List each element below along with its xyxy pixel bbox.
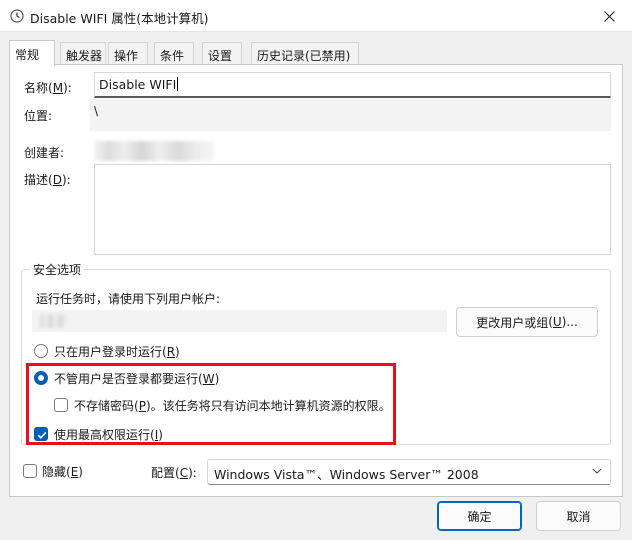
close-icon	[603, 10, 615, 22]
tab-general[interactable]: 常规	[9, 40, 55, 66]
user-account-field	[32, 310, 447, 332]
location-value: \	[94, 104, 99, 118]
location-label: 位置:	[24, 109, 53, 123]
general-panel: 名称(M): Disable WIFI 位置: \ 创建者: 描述(D): 安全…	[9, 64, 623, 497]
name-label: 名称(M):	[24, 81, 72, 95]
tab-settings[interactable]: 设置	[202, 42, 242, 65]
description-label: 描述(D):	[24, 173, 71, 187]
cancel-button[interactable]: 取消	[536, 501, 621, 531]
hidden-checkbox[interactable]	[23, 464, 37, 478]
description-field[interactable]	[94, 164, 611, 255]
run-as-text: 运行任务时，请使用下列用户帐户:	[36, 292, 221, 306]
tab-actions[interactable]: 操作	[108, 42, 148, 65]
chevron-down-icon	[592, 468, 602, 474]
title-bar: Disable WIFI 属性(本地计算机)	[0, 0, 632, 32]
window-title: Disable WIFI 属性(本地计算机)	[30, 11, 209, 26]
clock-icon	[10, 9, 24, 23]
tab-triggers[interactable]: 触发器	[60, 42, 106, 65]
hidden-label: 隐藏(E)	[42, 465, 83, 479]
highlight-annotation-box	[26, 363, 396, 445]
configure-select[interactable]: Windows Vista™、Windows Server™ 2008	[207, 459, 611, 485]
radio-logged-on-label: 只在用户登录时运行(R)	[54, 345, 180, 359]
radio-logged-on[interactable]	[34, 344, 48, 358]
name-field[interactable]: Disable WIFI	[94, 72, 611, 98]
tab-history[interactable]: 历史记录(已禁用)	[251, 42, 359, 65]
change-user-button[interactable]: 更改用户或组(U)...	[456, 307, 598, 337]
user-account-blurred	[38, 314, 70, 328]
tab-conditions[interactable]: 条件	[154, 42, 194, 65]
configure-label: 配置(C):	[151, 466, 197, 480]
ok-button[interactable]: 确定	[437, 501, 522, 531]
author-label: 创建者:	[24, 146, 65, 160]
close-button[interactable]	[586, 0, 632, 32]
location-field: \	[90, 99, 611, 131]
security-group-title: 安全选项	[30, 261, 85, 278]
author-value-blurred	[94, 141, 214, 161]
